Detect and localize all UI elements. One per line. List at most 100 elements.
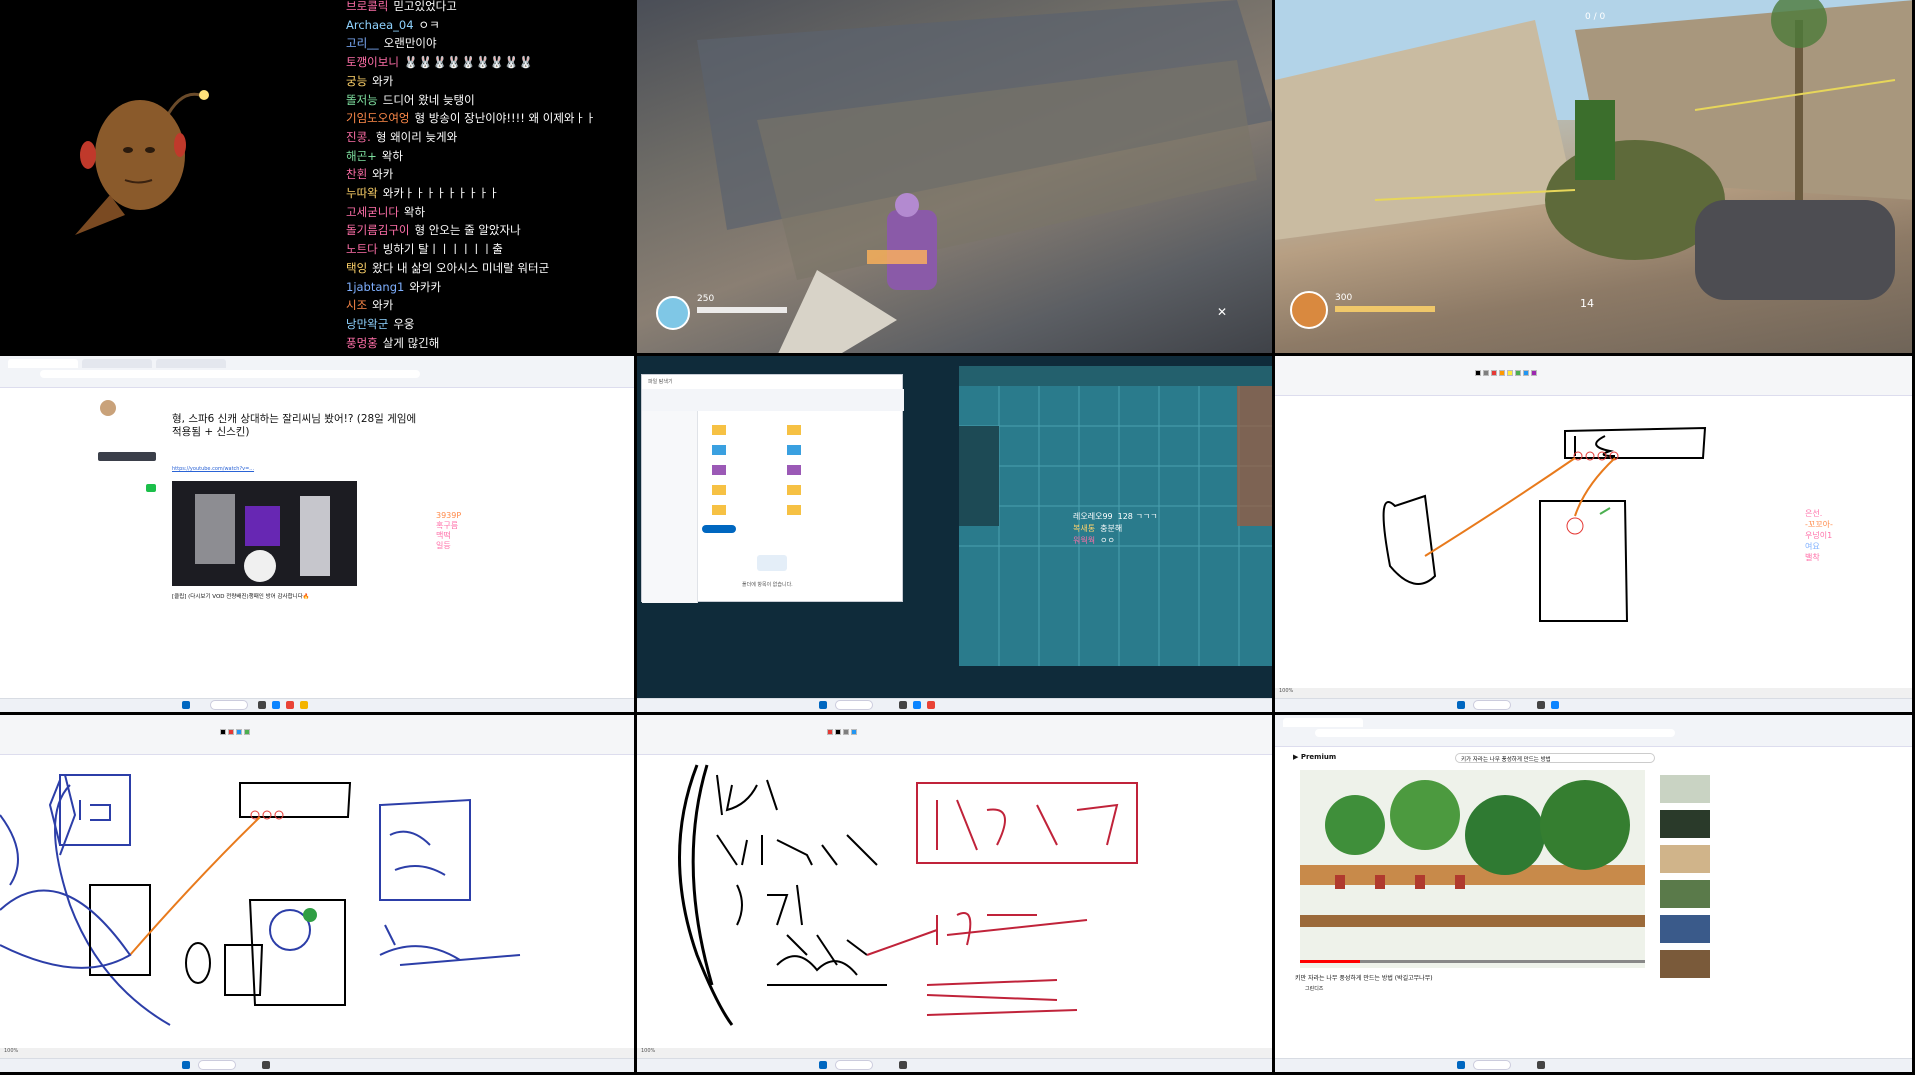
chat-message: 밸착 그치 — [1805, 552, 1845, 563]
taskbar-search[interactable] — [210, 700, 248, 710]
color-swatch[interactable] — [1507, 370, 1513, 376]
stream-grid: 브로콜릭 믿고있었다고 Archaea_04 ㅇㅋ 고리__ 오랜만이야 토깽이보니 🐰🐰🐰🐰… — [0, 0, 1915, 1075]
taskbar-app-icon[interactable] — [899, 701, 907, 709]
chat-username[interactable]: 여요 — [1805, 542, 1820, 551]
chat-username[interactable]: 일등 — [436, 541, 451, 550]
color-swatch[interactable] — [843, 729, 849, 735]
chat-message-text: 살게 많긴해 — [382, 335, 440, 350]
chat-username[interactable]: 3939P — [436, 511, 461, 520]
color-swatch[interactable] — [1515, 370, 1521, 376]
folder-icons[interactable] — [642, 375, 904, 603]
start-icon[interactable] — [182, 701, 190, 709]
taskbar-app-icon[interactable] — [300, 701, 308, 709]
chat-message: 일등 ㅋㅋㅋㅋㅋㅋㅋㅋ — [436, 541, 515, 551]
taskbar-search[interactable] — [835, 700, 873, 710]
chat-message: Archaea_04 ㅇㅋ — [346, 16, 634, 35]
color-swatch[interactable] — [1531, 370, 1537, 376]
chat-username[interactable]: 누따왁 — [346, 186, 378, 200]
chat-username[interactable]: 워웍웍 — [1073, 536, 1095, 545]
paint-canvas[interactable] — [0, 755, 634, 1048]
chat-username[interactable]: 혹구름 — [436, 521, 458, 530]
taskbar-search[interactable] — [1473, 1060, 1511, 1070]
chat-username[interactable]: -꼬꼬아- — [1805, 520, 1833, 529]
chat-username[interactable]: 돌기름김구이 — [346, 223, 409, 237]
chat-username[interactable]: 밸착 — [1805, 553, 1820, 562]
chat-username[interactable]: 고세굳니다 — [346, 205, 399, 219]
taskbar-app-icon[interactable] — [913, 701, 921, 709]
chat-username[interactable]: 찬횐 — [346, 167, 367, 181]
chat-username[interactable]: 진콩. — [346, 130, 371, 144]
taskbar-app-icon[interactable] — [286, 701, 294, 709]
chat-username[interactable]: 레오레오99 — [1073, 512, 1113, 521]
chat-username[interactable]: Archaea_04 — [346, 18, 414, 32]
color-swatch[interactable] — [827, 729, 833, 735]
paint-status-bar: 100% — [0, 1048, 634, 1058]
chat-username[interactable]: 고리__ — [346, 36, 379, 50]
taskbar-search[interactable] — [198, 1060, 236, 1070]
taskbar-app-icon[interactable] — [927, 701, 935, 709]
color-swatch[interactable] — [851, 729, 857, 735]
taskbar — [0, 698, 634, 712]
chat-message-text: ㅋㅋㅋㅋㅋㅋㅋㅋ — [455, 541, 515, 550]
color-swatch[interactable] — [236, 729, 242, 735]
taskbar-app-icon[interactable] — [262, 1061, 270, 1069]
color-swatch[interactable] — [1483, 370, 1489, 376]
file-explorer-dialog[interactable]: 파일 탐색기 폴더에 항목이 없습니다. — [641, 374, 904, 603]
taskbar-app-icon[interactable] — [899, 1061, 907, 1069]
chat-username[interactable]: 브로콜릭 — [346, 0, 388, 13]
color-swatch[interactable] — [835, 729, 841, 735]
start-icon[interactable] — [1457, 1061, 1465, 1069]
taskbar-app-icon[interactable] — [258, 701, 266, 709]
chat-username[interactable]: 택잉 — [346, 261, 367, 275]
paint1-side-chat: 은선. 알꺼 -꼬꼬아- 칼 우넝이1 네 여요 ㅋㅋ 밸착 그치 — [1805, 508, 1845, 563]
taskbar-app-icon[interactable] — [1551, 701, 1559, 709]
chat-username[interactable]: 은선. — [1805, 509, 1822, 518]
chat-message: 노트다 빙하기 탈ㅣㅣㅣㅣㅣㅣ출 — [346, 240, 634, 259]
chat-username[interactable]: 노트다 — [346, 242, 378, 256]
color-swatch[interactable] — [244, 729, 250, 735]
chat-username[interactable]: 기임도오여엉 — [346, 111, 409, 125]
chat-username[interactable]: 낭만왁군 — [346, 317, 388, 331]
chat-username[interactable]: 궁능 — [346, 74, 367, 88]
chat-message: 낭만왁군 우웅 — [346, 315, 634, 334]
anglerfish-avatar — [75, 90, 209, 235]
chat-username[interactable]: 똘저능 — [346, 93, 378, 107]
chat-message: 은선. 알꺼 — [1805, 508, 1845, 519]
taskbar-app-icon[interactable] — [1537, 701, 1545, 709]
paint-status-bar: 100% — [1275, 688, 1912, 698]
taskbar-search[interactable] — [835, 1060, 873, 1070]
chat-username[interactable]: 1jabtang1 — [346, 280, 404, 294]
chat-username[interactable]: 해곤+ — [346, 149, 377, 163]
chat-username[interactable]: 우넝이1 — [1805, 531, 1832, 540]
chat-message: 워웍웍 ㅇㅇ — [1073, 535, 1158, 547]
chat-username[interactable]: 복새통 — [1073, 524, 1095, 533]
color-swatch[interactable] — [1499, 370, 1505, 376]
color-swatch[interactable] — [228, 729, 234, 735]
color-swatch[interactable] — [1491, 370, 1497, 376]
start-icon[interactable] — [819, 701, 827, 709]
paint-window-2: 100% — [0, 715, 637, 1075]
video-thumbnail[interactable] — [0, 356, 637, 712]
game2-score: 0 / 0 — [1585, 12, 1606, 22]
taskbar-search[interactable] — [1473, 700, 1511, 710]
taskbar-app-icon[interactable] — [272, 701, 280, 709]
color-swatch[interactable] — [1523, 370, 1529, 376]
taskbar-app-icon[interactable] — [1537, 1061, 1545, 1069]
channel-name[interactable]: 그린디즈 — [1305, 985, 1323, 992]
chat-message-text: 오랜만이야 — [383, 36, 437, 51]
game-scene-2 — [1275, 0, 1912, 300]
color-swatch[interactable] — [1475, 370, 1481, 376]
start-icon[interactable] — [819, 1061, 827, 1069]
start-icon[interactable] — [1457, 701, 1465, 709]
chat-username[interactable]: 맥떡 — [436, 531, 451, 540]
game2-crosshair-counter: 14 — [1580, 297, 1594, 310]
color-swatch[interactable] — [220, 729, 226, 735]
video-player[interactable] — [1275, 715, 1915, 1075]
chat-message: 풍멍홍 살게 많긴해 — [346, 334, 634, 353]
chat-message-text: 믿고있었다고 — [393, 0, 457, 13]
chat-username[interactable]: 풍멍홍 — [346, 336, 378, 350]
chat-username[interactable]: 시조 — [346, 298, 367, 312]
start-icon[interactable] — [182, 1061, 190, 1069]
paint-canvas[interactable] — [637, 755, 1272, 1048]
chat-username[interactable]: 토깽이보니 — [346, 55, 399, 69]
